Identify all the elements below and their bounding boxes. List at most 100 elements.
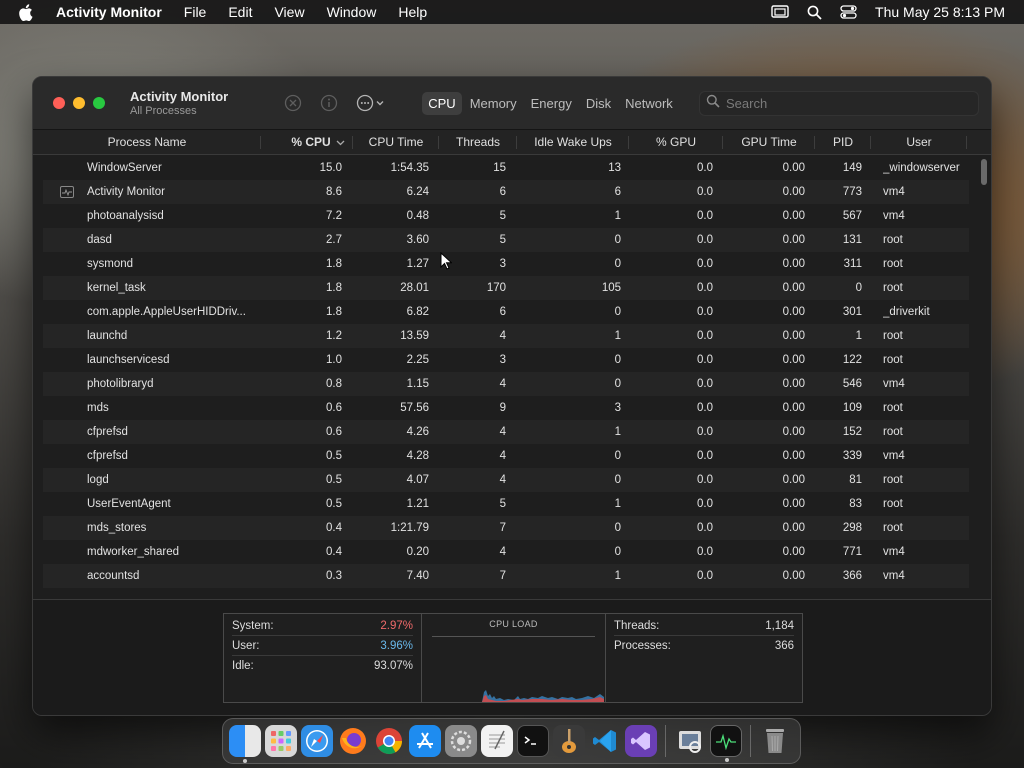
table-row[interactable]: mds_stores 0.4 1:21.79 7 0 0.0 0.00 298 root: [33, 516, 991, 540]
table-row[interactable]: cfprefsd 0.5 4.28 4 0 0.0 0.00 339 vm4: [33, 444, 991, 468]
cell-gpu-percent: 0.0: [697, 306, 713, 318]
search-box[interactable]: [699, 91, 979, 116]
textedit-icon[interactable]: [481, 725, 513, 757]
minimize-window-button[interactable]: [73, 97, 85, 109]
finder-icon[interactable]: [229, 725, 261, 763]
table-row[interactable]: sysmond 1.8 1.27 3 0 0.0 0.00 311 root: [33, 252, 991, 276]
table-row[interactable]: kernel_task 1.8 28.01 170 105 0.0 0.00 0 root: [33, 276, 991, 300]
sort-descending-icon: [336, 130, 345, 155]
menu-help[interactable]: Help: [387, 4, 438, 20]
screen-mirroring-icon[interactable]: [771, 5, 789, 19]
menu-view[interactable]: View: [263, 4, 315, 20]
tab-disk[interactable]: Disk: [580, 92, 617, 115]
app-store-icon[interactable]: [409, 725, 441, 757]
table-scrollbar[interactable]: [981, 159, 987, 185]
cell-process-name: Activity Monitor: [87, 186, 165, 198]
col-idle-wake-ups[interactable]: Idle Wake Ups: [517, 130, 629, 155]
spotlight-search-icon[interactable]: [807, 5, 822, 20]
cell-gpu-time: 0.00: [782, 522, 805, 534]
info-icon[interactable]: [320, 94, 338, 112]
col-pid[interactable]: PID: [815, 130, 871, 155]
preview-icon[interactable]: [674, 725, 706, 757]
tab-cpu[interactable]: CPU: [422, 91, 462, 115]
cell-user: root: [883, 426, 903, 438]
col-gpu-percent[interactable]: % GPU: [629, 130, 723, 155]
col-cpu-time[interactable]: CPU Time: [353, 130, 439, 155]
table-row[interactable]: WindowServer 15.0 1:54.35 15 13 0.0 0.00 149 _wi…: [33, 156, 991, 180]
cell-user: root: [883, 354, 903, 366]
cell-idle-wake-ups: 1: [614, 210, 621, 222]
system-value: 2.97%: [380, 620, 413, 632]
cell-idle-wake-ups: 3: [614, 402, 621, 414]
terminal-icon[interactable]: [517, 725, 549, 757]
table-row[interactable]: photoanalysisd 7.2 0.48 5 1 0.0 0.00 567 vm4: [33, 204, 991, 228]
cell-gpu-percent: 0.0: [697, 258, 713, 270]
cell-cpu-time: 1:54.35: [390, 162, 429, 174]
more-actions-icon[interactable]: [356, 94, 386, 112]
firefox-icon[interactable]: [337, 725, 369, 757]
menu-app-name[interactable]: Activity Monitor: [50, 4, 173, 20]
search-input[interactable]: [726, 96, 966, 111]
cell-pid: 567: [842, 210, 862, 222]
cell-gpu-time: 0.00: [782, 498, 805, 510]
stop-process-icon[interactable]: [284, 94, 302, 112]
chrome-icon[interactable]: [373, 725, 405, 757]
close-window-button[interactable]: [53, 97, 65, 109]
table-row[interactable]: accountsd 0.3 7.40 7 1 0.0 0.00 366 vm4: [33, 564, 991, 588]
visual-studio-icon[interactable]: [625, 725, 657, 757]
apple-menu-icon[interactable]: [18, 3, 36, 21]
table-row[interactable]: mdworker_shared 0.4 0.20 4 0 0.0 0.00 771 vm4: [33, 540, 991, 564]
threads-value: 1,184: [765, 620, 794, 632]
cell-threads: 6: [499, 306, 506, 318]
cell-cpu-percent: 0.4: [326, 522, 342, 534]
launchpad-icon[interactable]: [265, 725, 297, 757]
garageband-icon[interactable]: [553, 725, 585, 757]
col-process-name[interactable]: Process Name: [33, 130, 261, 155]
cell-threads: 5: [499, 498, 506, 510]
cpu-summary-panel: System: 2.97% User: 3.96% Idle: 93.07% CPU …: [223, 613, 803, 703]
cell-idle-wake-ups: 1: [614, 426, 621, 438]
cell-user: root: [883, 498, 903, 510]
table-row[interactable]: dasd 2.7 3.60 5 0 0.0 0.00 131 root: [33, 228, 991, 252]
cell-gpu-time: 0.00: [782, 450, 805, 462]
vscode-icon[interactable]: [589, 725, 621, 757]
tab-network[interactable]: Network: [619, 92, 679, 115]
control-center-icon[interactable]: [840, 5, 857, 19]
cell-gpu-percent: 0.0: [697, 378, 713, 390]
table-row[interactable]: com.apple.AppleUserHIDDriv... 1.8 6.82 6 0 0.…: [33, 300, 991, 324]
processes-label: Processes:: [614, 640, 671, 652]
cell-user: root: [883, 258, 903, 270]
tab-memory[interactable]: Memory: [464, 92, 523, 115]
table-row[interactable]: UserEventAgent 0.5 1.21 5 1 0.0 0.00 83 root: [33, 492, 991, 516]
tab-energy[interactable]: Energy: [525, 92, 578, 115]
cell-threads: 7: [499, 522, 506, 534]
table-row[interactable]: cfprefsd 0.6 4.26 4 1 0.0 0.00 152 root: [33, 420, 991, 444]
menu-clock[interactable]: Thu May 25 8:13 PM: [875, 4, 1005, 20]
trash-icon[interactable]: [759, 725, 791, 757]
table-row[interactable]: launchd 1.2 13.59 4 1 0.0 0.00 1 root: [33, 324, 991, 348]
safari-icon[interactable]: [301, 725, 333, 757]
cell-idle-wake-ups: 0: [614, 306, 621, 318]
activity-monitor-icon[interactable]: [710, 725, 742, 762]
cell-pid: 773: [842, 186, 862, 198]
col-threads[interactable]: Threads: [439, 130, 517, 155]
cell-user: root: [883, 234, 903, 246]
col-cpu-percent[interactable]: % CPU: [261, 130, 353, 155]
table-row[interactable]: photolibraryd 0.8 1.15 4 0 0.0 0.00 546 vm4: [33, 372, 991, 396]
table-row[interactable]: mds 0.6 57.56 9 3 0.0 0.00 109 root: [33, 396, 991, 420]
cell-idle-wake-ups: 0: [614, 234, 621, 246]
table-row[interactable]: Activity Monitor 8.6 6.24 6 6 0.0 0.00 773 vm4: [33, 180, 991, 204]
menu-file[interactable]: File: [173, 4, 218, 20]
cell-threads: 9: [499, 402, 506, 414]
table-row[interactable]: logd 0.5 4.07 4 0 0.0 0.00 81 root: [33, 468, 991, 492]
col-user[interactable]: User: [871, 130, 967, 155]
col-gpu-time[interactable]: GPU Time: [723, 130, 815, 155]
cell-gpu-time: 0.00: [782, 162, 805, 174]
zoom-window-button[interactable]: [93, 97, 105, 109]
system-settings-icon[interactable]: [445, 725, 477, 757]
cell-cpu-time: 6.24: [406, 186, 429, 198]
menu-window[interactable]: Window: [316, 4, 388, 20]
menu-edit[interactable]: Edit: [217, 4, 263, 20]
table-row[interactable]: launchservicesd 1.0 2.25 3 0 0.0 0.00 122 root: [33, 348, 991, 372]
cpu-load-chart: [482, 690, 604, 702]
